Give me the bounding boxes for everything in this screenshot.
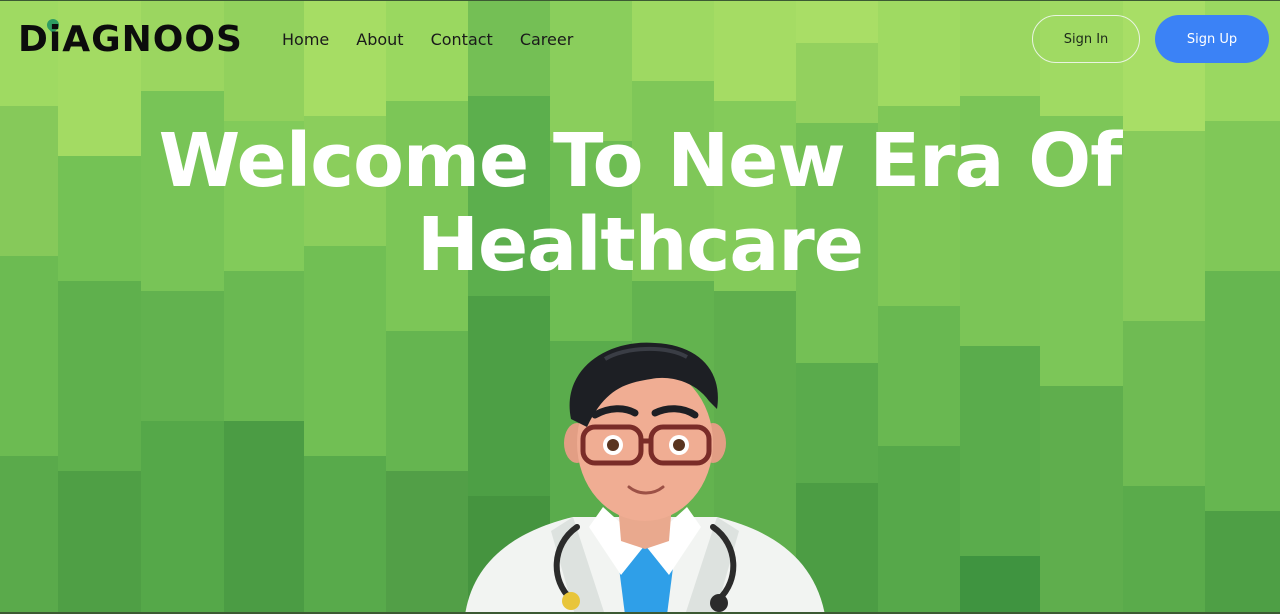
mosaic-col-3 bbox=[141, 1, 224, 612]
hero-title-line-1: Welcome To New Era Of bbox=[158, 118, 1123, 204]
mosaic-col-2 bbox=[58, 1, 141, 612]
top-navbar: DiAGNOOS Home About Contact Career Sign … bbox=[0, 1, 1280, 79]
mosaic-col-15 bbox=[1123, 1, 1205, 612]
mosaic-col-16 bbox=[1205, 1, 1280, 612]
nav-about-link[interactable]: About bbox=[356, 29, 403, 51]
hero-title-line-2: Healthcare bbox=[417, 202, 864, 288]
nav-contact-link[interactable]: Contact bbox=[431, 29, 493, 51]
mosaic-col-1 bbox=[0, 1, 58, 612]
mosaic-col-4 bbox=[224, 1, 304, 612]
landing-page: DiAGNOOS Home About Contact Career Sign … bbox=[0, 0, 1280, 614]
sign-up-button[interactable]: Sign Up bbox=[1155, 15, 1269, 63]
mosaic-col-5 bbox=[304, 1, 386, 612]
mosaic-col-13 bbox=[960, 1, 1040, 612]
mosaic-col-12 bbox=[878, 1, 960, 612]
main-nav: Home About Contact Career bbox=[282, 29, 573, 51]
nav-career-link[interactable]: Career bbox=[520, 29, 573, 51]
brand-logo[interactable]: DiAGNOOS bbox=[18, 16, 243, 64]
sign-in-button[interactable]: Sign In bbox=[1032, 15, 1140, 63]
mosaic-col-14 bbox=[1040, 1, 1123, 612]
doctor-avatar-illustration bbox=[465, 342, 825, 612]
hero-title: Welcome To New Era Of Healthcare bbox=[0, 119, 1280, 287]
nav-home-link[interactable]: Home bbox=[282, 29, 329, 51]
